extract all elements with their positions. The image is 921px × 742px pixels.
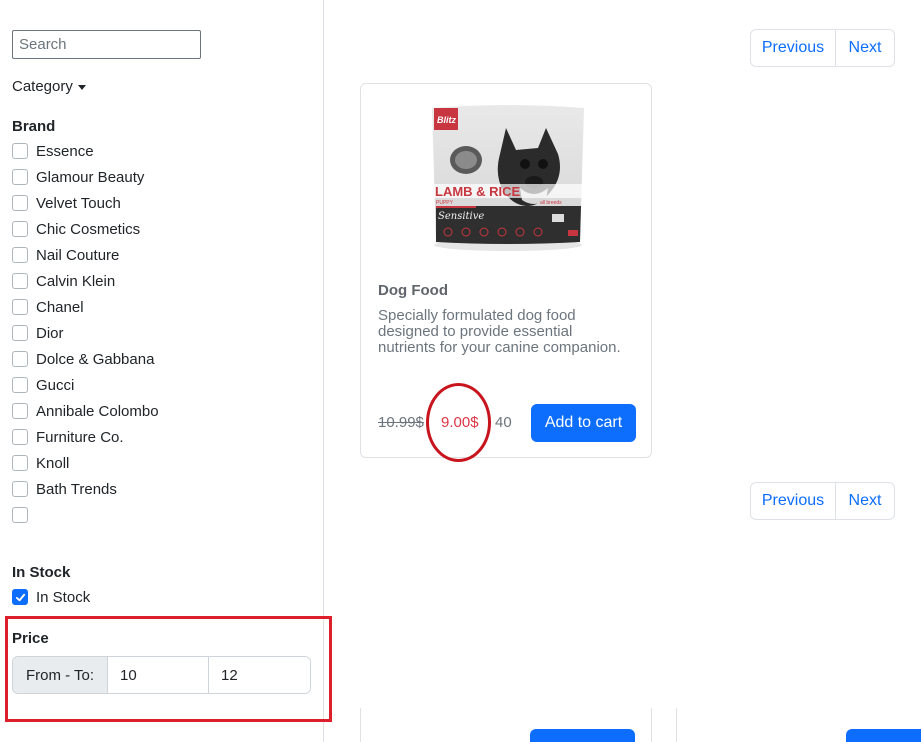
brand-checkbox[interactable]	[12, 143, 28, 159]
brand-checkbox[interactable]	[12, 273, 28, 289]
price-range-group: From - To:	[12, 656, 311, 694]
brand-option[interactable]: Bath Trends	[12, 479, 117, 499]
brand-label: Dior	[36, 324, 64, 342]
brand-option[interactable]: Essence	[12, 141, 94, 161]
brand-checkbox[interactable]	[12, 169, 28, 185]
brand-checkbox[interactable]	[12, 455, 28, 471]
brand-checkbox[interactable]	[12, 247, 28, 263]
product-description: Specially formulated dog food designed t…	[378, 307, 621, 356]
brand-option[interactable]: Dior	[12, 323, 64, 343]
product-card: Blitz LAMB & RICE PUPPY all breeds Sensi…	[360, 83, 652, 458]
add-to-cart-button[interactable]: Add to cart	[531, 404, 636, 442]
brand-label: Glamour Beauty	[36, 168, 145, 186]
pagination-top: Previous Next	[750, 29, 895, 67]
instock-label: In Stock	[36, 588, 91, 606]
brand-checkbox[interactable]	[12, 299, 28, 315]
product-image: Blitz LAMB & RICE PUPPY all breeds Sensi…	[432, 105, 584, 251]
brand-label: Furniture Co.	[36, 428, 124, 446]
brand-checkbox[interactable]	[12, 325, 28, 341]
image-sub-text: PUPPY	[436, 200, 454, 206]
brand-option[interactable]: Chic Cosmetics	[12, 219, 140, 239]
brand-option[interactable]: Knoll	[12, 453, 69, 473]
instock-checkbox[interactable]	[12, 589, 28, 605]
previous-page-button[interactable]: Previous	[751, 30, 836, 66]
image-line-text: Sensitive	[438, 211, 484, 222]
image-flavor-text: LAMB & RICE	[435, 184, 521, 199]
category-dropdown[interactable]: Category	[12, 78, 86, 95]
brand-label: Velvet Touch	[36, 194, 121, 212]
add-to-cart-button-partial[interactable]	[530, 729, 635, 742]
brand-option[interactable]: Nail Couture	[12, 245, 119, 265]
brand-label: Nail Couture	[36, 246, 120, 264]
brand-checkbox[interactable]	[12, 403, 28, 419]
brand-checkbox[interactable]	[12, 429, 28, 445]
product-old-price: 10.99$	[378, 414, 424, 431]
price-range-addon: From - To:	[13, 657, 108, 693]
brand-checkbox[interactable]	[12, 351, 28, 367]
brand-label: Essence	[36, 142, 94, 160]
brand-label: Chic Cosmetics	[36, 220, 141, 238]
instock-option[interactable]: In Stock	[12, 587, 90, 607]
brand-label: Gucci	[36, 376, 75, 394]
brand-option[interactable]: Chanel	[12, 297, 84, 317]
product-sale-price: 9.00$	[441, 414, 479, 431]
category-label: Category	[12, 78, 73, 95]
brand-option[interactable]: Glamour Beauty	[12, 167, 144, 187]
brand-heading: Brand	[12, 118, 56, 135]
brand-checkbox[interactable]	[12, 377, 28, 393]
product-title: Dog Food	[378, 282, 448, 299]
brand-label: Calvin Klein	[36, 272, 116, 290]
brand-option[interactable]: Gucci	[12, 375, 74, 395]
next-page-button-bottom[interactable]: Next	[836, 483, 894, 519]
brand-option[interactable]: Annibale Colombo	[12, 401, 159, 421]
brand-option[interactable]: Calvin Klein	[12, 271, 115, 291]
instock-heading: In Stock	[12, 564, 71, 581]
next-page-button[interactable]: Next	[836, 30, 894, 66]
brand-label: Knoll	[36, 454, 70, 472]
brand-checkbox[interactable]	[12, 221, 28, 237]
image-note-text: all breeds	[540, 200, 562, 206]
pagination-bottom: Previous Next	[750, 482, 895, 520]
brand-option[interactable]: Dolce & Gabbana	[12, 349, 154, 369]
brand-option[interactable]: Furniture Co.	[12, 427, 124, 447]
previous-page-button-bottom[interactable]: Previous	[751, 483, 836, 519]
price-from-input[interactable]	[108, 657, 209, 693]
brand-label: Dolce & Gabbana	[36, 350, 155, 368]
check-icon	[15, 593, 25, 601]
caret-down-icon	[77, 84, 86, 90]
image-brand-text: Blitz	[437, 115, 456, 125]
brand-label: Chanel	[36, 298, 84, 316]
brand-label: Annibale Colombo	[36, 402, 159, 420]
brand-label: Bath Trends	[36, 480, 117, 498]
brand-checkbox[interactable]	[12, 507, 28, 523]
filter-sidebar: Category Brand Essence Glamour Beauty Velv…	[0, 0, 324, 742]
price-heading: Price	[12, 630, 49, 647]
search-input[interactable]	[12, 30, 201, 59]
add-to-cart-button-partial-2[interactable]	[846, 729, 921, 742]
product-stock-count: 40	[495, 414, 512, 431]
price-to-input[interactable]	[209, 657, 310, 693]
brand-option[interactable]	[12, 505, 36, 525]
brand-checkbox[interactable]	[12, 195, 28, 211]
brand-checkbox[interactable]	[12, 481, 28, 497]
brand-option[interactable]: Velvet Touch	[12, 193, 121, 213]
